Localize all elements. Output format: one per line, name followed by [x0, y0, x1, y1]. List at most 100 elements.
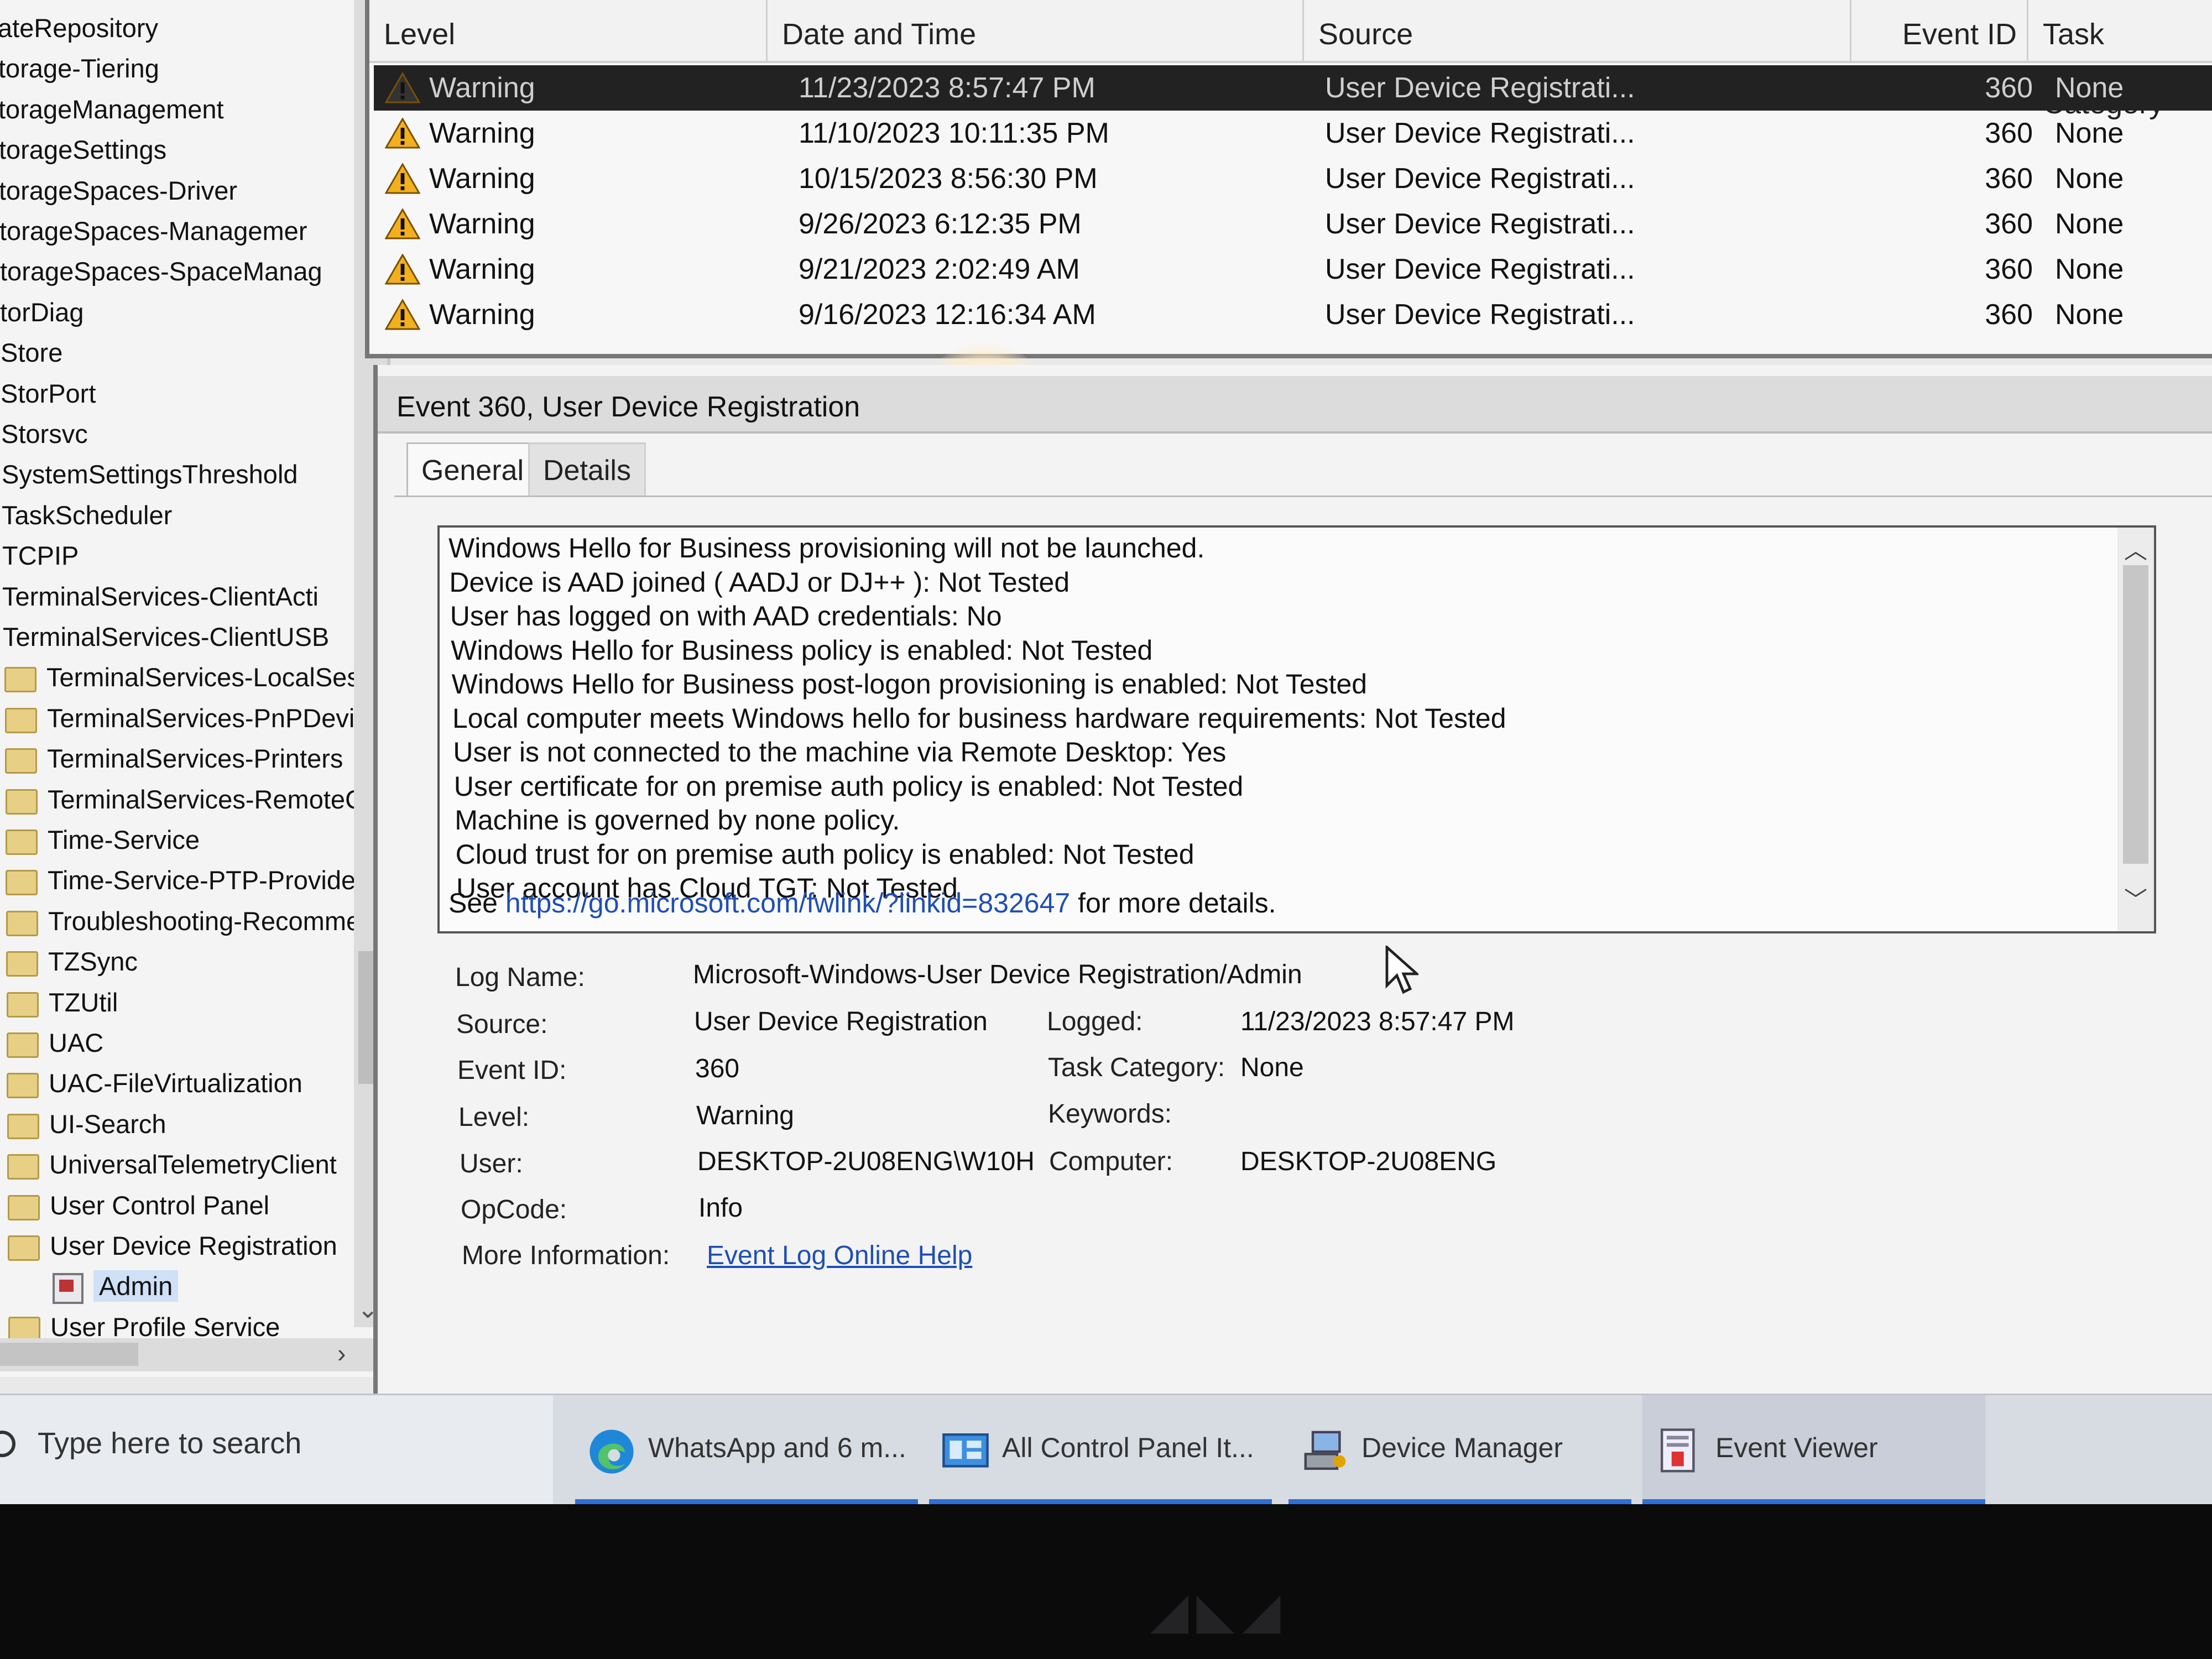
tree-item-label: User Device Registration: [50, 1231, 337, 1260]
event-description[interactable]: Windows Hello for Business provisioning …: [437, 525, 2156, 933]
event-row[interactable]: Warning 9/16/2023 12:16:34 AM User Device …: [374, 292, 2212, 337]
event-log-online-help-link[interactable]: Event Log Online Help: [707, 1240, 972, 1271]
tree-item-label: TCPIP: [2, 541, 79, 570]
detail-title: Event 360, User Device Registration: [397, 391, 860, 423]
tree-item-label: TerminalServices-RemoteCc: [48, 785, 377, 814]
tree-item[interactable]: TerminalServices-Printers: [5, 739, 343, 778]
fwlink-link[interactable]: https://go.microsoft.com/fwlink/?linkid=…: [505, 888, 1070, 919]
column-level[interactable]: Level: [369, 0, 768, 61]
search-placeholder: Type here to search: [38, 1427, 302, 1460]
tree-item[interactable]: User Control Panel: [8, 1186, 269, 1225]
tree-item[interactable]: torageManagement: [0, 90, 224, 129]
tree-item[interactable]: UniversalTelemetryClient: [7, 1145, 337, 1184]
chevron-down-icon[interactable]: ﹀: [2124, 881, 2147, 915]
row-event-id: 360: [1985, 299, 2033, 331]
folder-icon: [7, 1032, 39, 1058]
folder-icon: [5, 707, 37, 733]
tree-item[interactable]: ateRepository: [0, 9, 158, 48]
tree-item[interactable]: TZUtil: [7, 983, 118, 1022]
tab-details[interactable]: Details: [528, 442, 646, 497]
tree-item[interactable]: Troubleshooting-Recomme: [6, 902, 361, 941]
event-row[interactable]: Warning 9/26/2023 6:12:35 PM User Device R…: [374, 201, 2212, 247]
tab-general[interactable]: General: [406, 442, 539, 497]
tree-item[interactable]: torageSettings: [0, 131, 166, 169]
tree-item-label: torageSpaces-Managemer: [0, 216, 307, 246]
search-icon: [0, 1431, 15, 1457]
taskbar: Type here to search WhatsApp and 6 m... A…: [0, 1394, 2212, 1504]
tree-item[interactable]: TerminalServices-PnPDevice: [5, 699, 382, 738]
tree-item[interactable]: torage-Tiering: [0, 49, 159, 88]
tree-item[interactable]: TerminalServices-LocalSessi: [4, 658, 379, 697]
column-source[interactable]: Source: [1304, 0, 1851, 61]
folder-icon: [8, 1194, 40, 1220]
tree-item[interactable]: UAC-FileVirtualization: [7, 1064, 302, 1103]
tree-item[interactable]: TZSync: [6, 942, 138, 981]
tree-item[interactable]: TCPIP: [2, 536, 79, 575]
tree-item-label: UAC: [49, 1028, 104, 1057]
level-value: Warning: [696, 1101, 794, 1130]
see-suffix: for more details.: [1070, 888, 1276, 919]
tree-item-label: SystemSettingsThreshold: [2, 460, 298, 489]
taskbar-app-button[interactable]: All Control Panel It...: [929, 1395, 1272, 1504]
tree-item[interactable]: Time-Service-PTP-Provider: [6, 861, 364, 900]
task-category-value: None: [1240, 1053, 1304, 1082]
row-source: User Device Registrati...: [1325, 253, 1635, 285]
description-line: Device is AAD joined ( AADJ or DJ++ ): N…: [449, 566, 1070, 598]
folder-icon: [6, 829, 38, 855]
warning-icon: [385, 118, 420, 149]
tree-item[interactable]: Storsvc: [1, 415, 88, 453]
tree-item-label: TZSync: [48, 947, 138, 976]
tree-item[interactable]: TerminalServices-RemoteCc: [6, 780, 377, 819]
tree-hscroll-thumb[interactable]: [0, 1343, 138, 1366]
more-information-label: More Information:: [462, 1241, 670, 1270]
description-scrollbar[interactable]: ︿ ﹀: [2117, 528, 2154, 931]
event-row[interactable]: Warning 11/23/2023 8:57:47 PM User Device …: [374, 65, 2212, 111]
event-id-value: 360: [695, 1054, 740, 1083]
column-task-category[interactable]: Task Category: [2028, 0, 2212, 120]
tree-item[interactable]: torageSpaces-Managemer: [0, 212, 307, 251]
log-name-value: Microsoft-Windows-User Device Registrati…: [693, 960, 1302, 989]
tree-item[interactable]: UAC: [7, 1024, 103, 1062]
event-viewer-window: ateRepository torage-Tiering torageManagem…: [0, 0, 2212, 1504]
tree-item[interactable]: torageSpaces-Driver: [0, 171, 237, 210]
tree-horizontal-scrollbar[interactable]: ›: [0, 1338, 387, 1371]
tree-item[interactable]: Admin: [53, 1267, 179, 1306]
chevron-up-icon[interactable]: ︿: [2124, 532, 2147, 566]
warning-icon: [385, 72, 420, 103]
tree-item[interactable]: torageSpaces-SpaceManag: [0, 252, 322, 291]
event-row[interactable]: Warning 9/21/2023 2:02:49 AM User Device R…: [374, 247, 2212, 292]
description-scroll-thumb[interactable]: [2123, 565, 2148, 864]
warning-icon: [385, 208, 420, 239]
row-date-time: 11/23/2023 8:57:47 PM: [799, 72, 1095, 104]
tree-item[interactable]: TaskScheduler: [2, 496, 172, 535]
running-indicator: [929, 1499, 1272, 1504]
tree-item-label: Troubleshooting-Recomme: [48, 906, 361, 936]
tree-item-label: TerminalServices-LocalSessi: [46, 662, 379, 692]
event-row[interactable]: Warning 11/10/2023 10:11:35 PM User Device…: [374, 111, 2212, 156]
chevron-right-icon[interactable]: ›: [337, 1338, 346, 1368]
tree-item[interactable]: TerminalServices-ClientUSB: [3, 618, 329, 656]
tree-item-label: TaskScheduler: [2, 500, 173, 530]
tree-item[interactable]: Store: [1, 333, 62, 372]
tree-item[interactable]: Time-Service: [6, 821, 200, 859]
column-event-id[interactable]: Event ID: [1851, 0, 2028, 61]
row-date-time: 9/21/2023 2:02:49 AM: [799, 253, 1080, 285]
tree-item[interactable]: StorPort: [1, 374, 96, 413]
tree-item[interactable]: UI-Search: [7, 1105, 166, 1144]
tree-item[interactable]: TerminalServices-ClientActi: [2, 577, 319, 616]
taskbar-app-button[interactable]: WhatsApp and 6 m...: [575, 1395, 918, 1504]
user-value: DESKTOP-2U08ENG\W10H: [697, 1147, 1035, 1176]
taskbar-app-button[interactable]: Event Viewer: [1642, 1395, 1985, 1504]
taskbar-search-box[interactable]: Type here to search: [0, 1395, 553, 1504]
taskbar-app-label: WhatsApp and 6 m...: [648, 1432, 906, 1463]
tree-item-label: torageSpaces-Driver: [0, 176, 238, 205]
event-row[interactable]: Warning 10/15/2023 8:56:30 PM User Device …: [374, 156, 2212, 201]
row-source: User Device Registrati...: [1325, 117, 1635, 149]
tree-item[interactable]: SystemSettingsThreshold: [2, 455, 298, 494]
tree-item[interactable]: torDiag: [0, 293, 84, 332]
column-date-time[interactable]: Date and Time: [768, 0, 1304, 61]
tree-item[interactable]: User Device Registration: [8, 1227, 337, 1265]
keywords-label: Keywords:: [1048, 1099, 1172, 1129]
taskbar-app-button[interactable]: Device Manager: [1288, 1395, 1631, 1504]
tree-item-label: TerminalServices-PnPDevice: [47, 703, 382, 733]
